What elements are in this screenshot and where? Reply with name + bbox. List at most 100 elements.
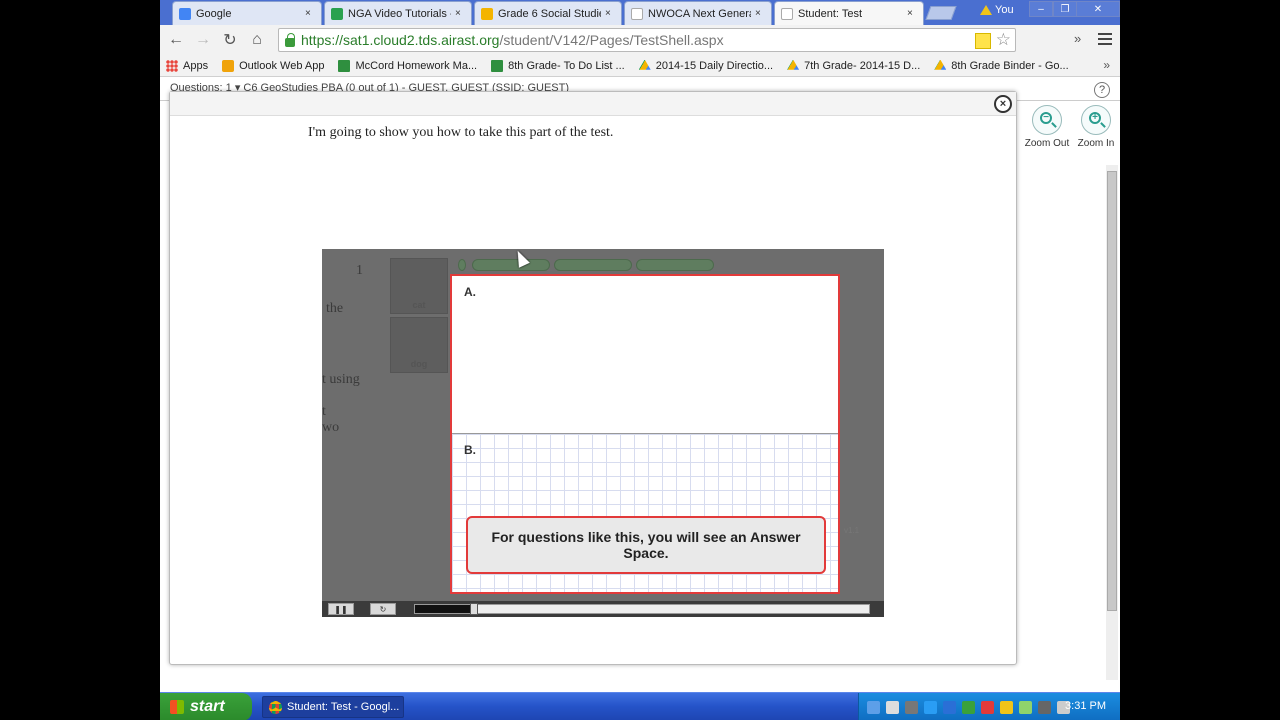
zoom-out-button[interactable]: − Zoom Out bbox=[1022, 105, 1072, 149]
help-icon[interactable]: ? bbox=[1094, 82, 1110, 98]
pause-button[interactable]: ❚❚ bbox=[328, 603, 354, 615]
dimmed-text: wo bbox=[322, 420, 340, 435]
tab-close-icon[interactable]: × bbox=[907, 8, 917, 19]
tray-icon[interactable] bbox=[1000, 700, 1013, 714]
tutorial-video-player[interactable]: 1 the t using t wo cat dog A. B. For que… bbox=[322, 249, 884, 617]
zoom-in-label: Zoom In bbox=[1077, 138, 1115, 149]
area-label: B. bbox=[464, 443, 476, 457]
tab-nga-video-tutorials[interactable]: NGA Video Tutorials - × bbox=[324, 1, 472, 25]
tray-icon[interactable] bbox=[981, 700, 994, 714]
tab-nwoca-next-generation[interactable]: NWOCA Next Generat × bbox=[624, 1, 772, 25]
tab-grade-6-social-studies[interactable]: Grade 6 Social Studies × bbox=[474, 1, 622, 25]
close-modal-button[interactable]: × bbox=[994, 95, 1012, 113]
windows-logo-icon bbox=[170, 700, 184, 714]
zoom-out-label: Zoom Out bbox=[1024, 138, 1070, 149]
tab-close-icon[interactable]: × bbox=[305, 8, 315, 19]
bookmark-star-icon[interactable]: ☆ bbox=[996, 30, 1011, 50]
reload-button[interactable]: ↻ bbox=[221, 31, 239, 49]
taskbar-item-label: Student: Test - Googl... bbox=[287, 701, 400, 713]
system-tray: 3:31 PM bbox=[858, 693, 1120, 720]
url-text[interactable]: https://sat1.cloud2.tds.airast.org/stude… bbox=[301, 32, 724, 48]
palette-label: dog bbox=[410, 359, 428, 369]
tray-icon[interactable] bbox=[1038, 700, 1051, 714]
windows-taskbar: start Student: Test - Googl... 3:31 PM bbox=[160, 692, 1120, 720]
tab-google[interactable]: Google × bbox=[172, 1, 322, 25]
bookmark-label: 7th Grade- 2014-15 D... bbox=[804, 59, 921, 72]
bookmark-8th-grade-to-do[interactable]: 8th Grade- To Do List ... bbox=[491, 59, 625, 72]
tray-icon[interactable] bbox=[924, 700, 937, 714]
chrome-icon bbox=[269, 700, 282, 714]
answer-space: A. B. For questions like this, you will … bbox=[450, 274, 840, 594]
bookmarks-bar: Apps Outlook Web App McCord Homework Ma.… bbox=[160, 55, 1120, 77]
forward-button[interactable]: → bbox=[194, 31, 212, 49]
zoom-in-button[interactable]: + Zoom In bbox=[1071, 105, 1120, 149]
video-controls: ❚❚ ↻ bbox=[322, 601, 884, 617]
clock[interactable]: 3:31 PM bbox=[1065, 700, 1106, 712]
tray-icon[interactable] bbox=[905, 700, 918, 714]
extensions-overflow-button[interactable]: » bbox=[1074, 31, 1081, 46]
browser-toolbar: ← → ↻ ⌂ https://sat1.cloud2.tds.airast.o… bbox=[160, 25, 1120, 55]
start-button[interactable]: start bbox=[160, 693, 252, 720]
bookmark-label: 8th Grade- To Do List ... bbox=[508, 59, 625, 72]
tutorial-instruction: I'm going to show you how to take this p… bbox=[308, 125, 614, 140]
bookmark-label: 8th Grade Binder - Go... bbox=[951, 59, 1069, 72]
warning-icon bbox=[980, 5, 992, 15]
dimmed-text: t bbox=[322, 404, 326, 419]
palette-item-cat: cat bbox=[390, 258, 448, 314]
minimize-button[interactable]: – bbox=[1029, 1, 1053, 17]
bookmark-7th-grade[interactable]: 7th Grade- 2014-15 D... bbox=[787, 59, 921, 72]
bookmark-label: Apps bbox=[183, 59, 209, 72]
lock-icon bbox=[285, 32, 295, 47]
tab-student-test[interactable]: Student: Test × bbox=[774, 1, 924, 25]
tray-icon[interactable] bbox=[867, 700, 880, 714]
bookmark-label: 2014-15 Daily Directio... bbox=[655, 59, 774, 72]
tray-icon[interactable] bbox=[943, 700, 956, 714]
drive-icon bbox=[638, 59, 651, 70]
tray-icon[interactable] bbox=[1019, 700, 1032, 714]
dimmed-text: 1 bbox=[356, 263, 363, 278]
taskbar-item-chrome[interactable]: Student: Test - Googl... bbox=[262, 696, 404, 718]
home-button[interactable]: ⌂ bbox=[248, 31, 266, 49]
dimmed-text: t using bbox=[322, 372, 360, 387]
tab-label: Grade 6 Social Studies bbox=[498, 7, 601, 20]
user-label: You bbox=[995, 4, 1014, 16]
page-scrollbar[interactable] bbox=[1106, 165, 1118, 680]
tool-button bbox=[472, 259, 550, 271]
address-bar[interactable]: https://sat1.cloud2.tds.airast.org/stude… bbox=[278, 28, 1016, 52]
tab-label: Student: Test bbox=[798, 7, 863, 20]
apps-grid-icon bbox=[166, 59, 178, 72]
tray-icon[interactable] bbox=[886, 700, 899, 714]
answer-area-a: A. bbox=[452, 276, 838, 434]
page-favicon-icon bbox=[631, 7, 643, 20]
sticky-note-extension-icon[interactable] bbox=[975, 33, 991, 49]
zoom-in-icon: + bbox=[1081, 105, 1111, 135]
tab-close-icon[interactable]: × bbox=[755, 8, 765, 19]
chrome-menu-icon[interactable] bbox=[1098, 33, 1112, 45]
bookmarks-overflow-button[interactable]: » bbox=[1103, 58, 1110, 72]
seek-bar[interactable] bbox=[414, 603, 870, 615]
drive-favicon-icon bbox=[331, 7, 343, 20]
bookmark-mccord-homework[interactable]: McCord Homework Ma... bbox=[338, 59, 478, 72]
close-window-button[interactable]: ✕ bbox=[1076, 1, 1120, 17]
start-label: start bbox=[190, 698, 225, 715]
scrollbar-thumb[interactable] bbox=[1107, 171, 1117, 611]
answer-area-b: B. For questions like this, you will see… bbox=[452, 434, 838, 592]
tab-close-icon[interactable]: × bbox=[605, 8, 615, 19]
bookmark-label: McCord Homework Ma... bbox=[355, 59, 478, 72]
bookmark-apps[interactable]: Apps bbox=[166, 59, 209, 72]
bookmark-outlook-web-app[interactable]: Outlook Web App bbox=[222, 59, 324, 72]
seek-handle[interactable] bbox=[470, 603, 478, 615]
palette-label: cat bbox=[412, 300, 426, 310]
tool-button bbox=[636, 259, 714, 271]
new-tab-button[interactable] bbox=[925, 6, 957, 20]
palette-item-dog: dog bbox=[390, 317, 448, 373]
maximize-button[interactable]: ❐ bbox=[1053, 1, 1077, 17]
bookmark-8th-grade-binder[interactable]: 8th Grade Binder - Go... bbox=[934, 59, 1069, 72]
tab-close-icon[interactable]: × bbox=[455, 8, 465, 19]
google-favicon-icon bbox=[179, 7, 191, 20]
bookmark-daily-directions[interactable]: 2014-15 Daily Directio... bbox=[638, 59, 774, 72]
back-button[interactable]: ← bbox=[167, 31, 185, 49]
user-badge[interactable]: You bbox=[980, 2, 1014, 18]
replay-button[interactable]: ↻ bbox=[370, 603, 396, 615]
tray-icon[interactable] bbox=[962, 700, 975, 714]
